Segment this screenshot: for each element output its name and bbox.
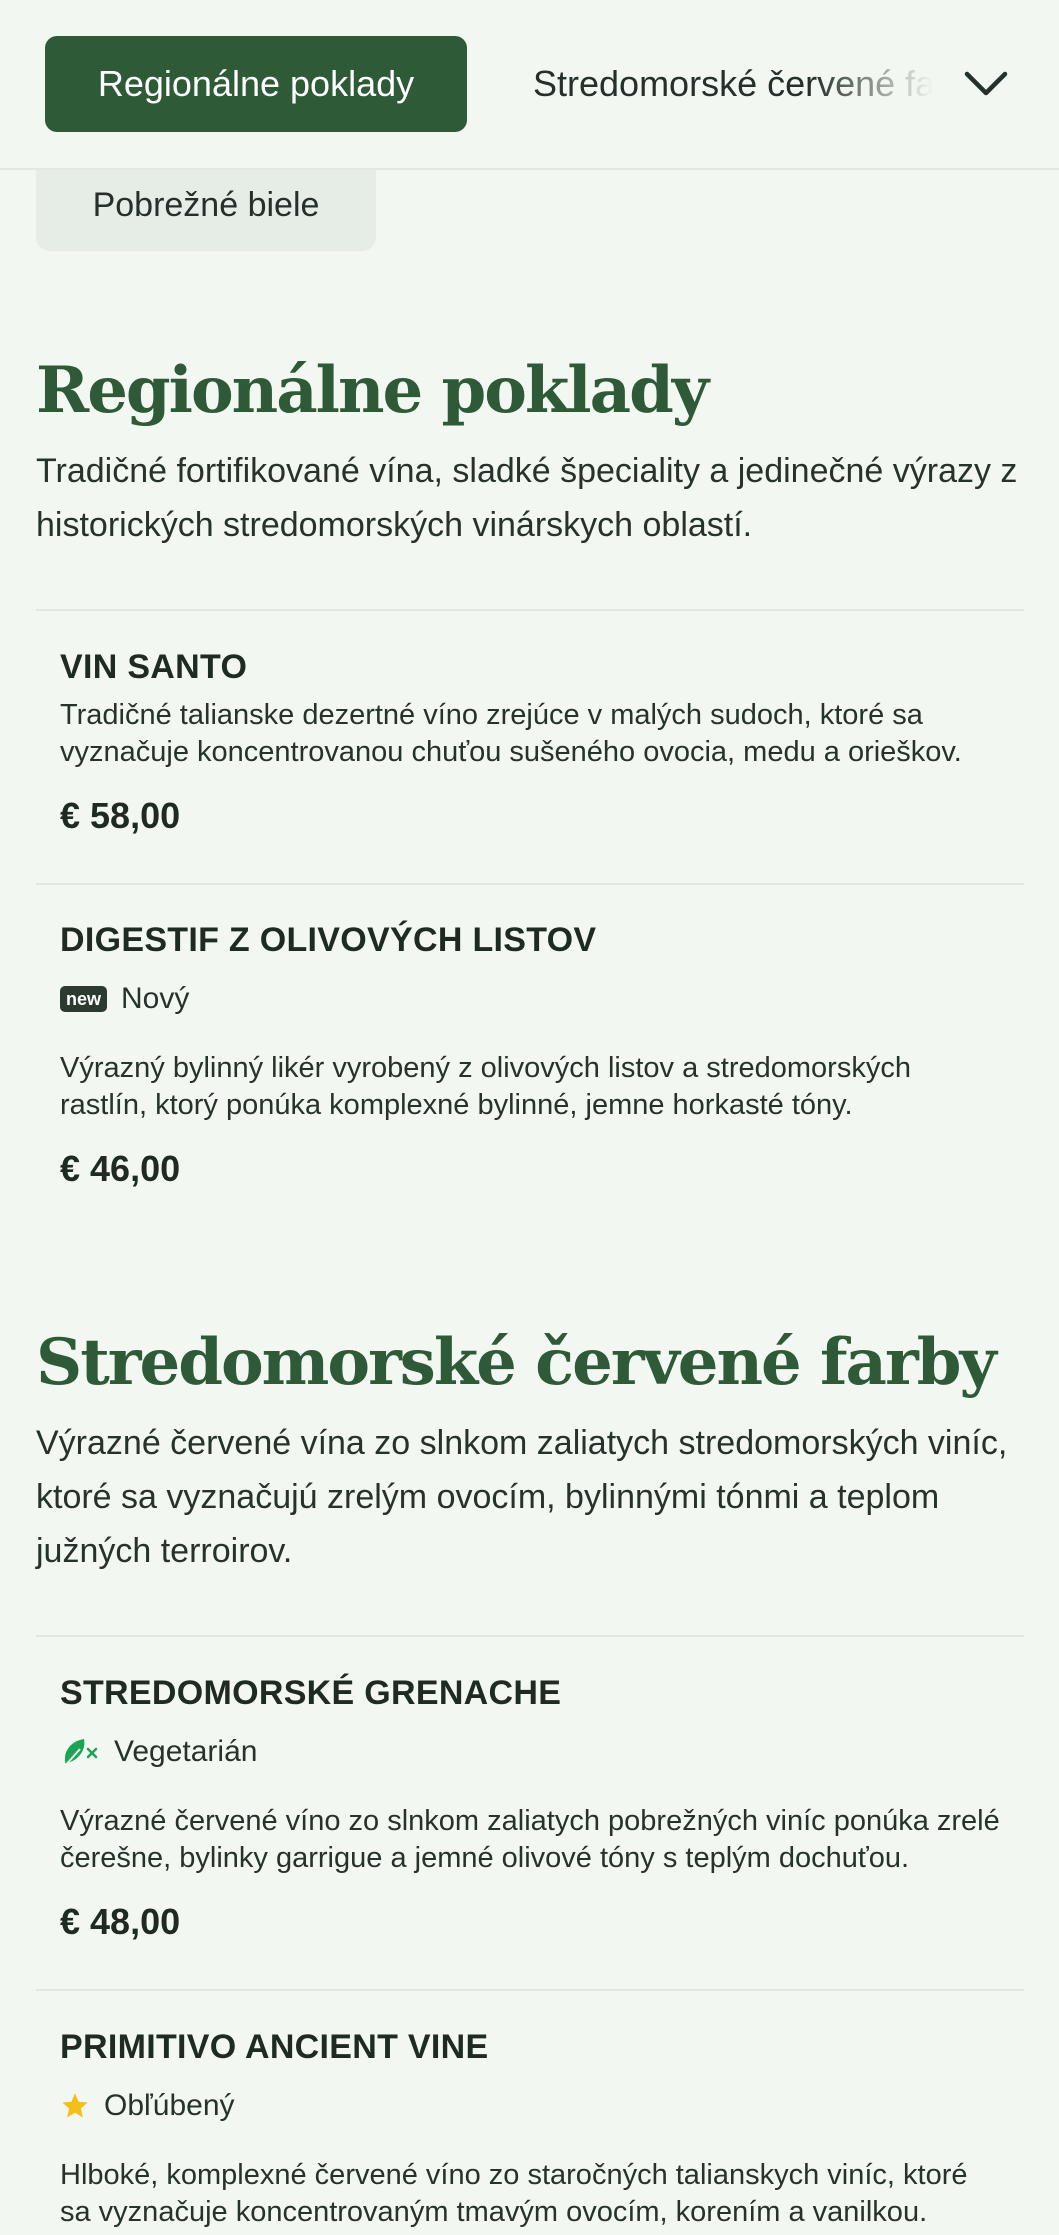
tab-stredomorske-cervene[interactable]: Stredomorské červené farby: [533, 36, 933, 132]
item-badge: new Nový: [60, 982, 1000, 1016]
divider: [36, 1989, 1024, 1991]
item-price: € 48,00: [60, 1901, 181, 1942]
tab-regionalne-poklady[interactable]: Regionálne poklady: [45, 36, 467, 132]
menu-item-vin-santo[interactable]: VIN SANTO Tradičné talianske dezertné ví…: [60, 648, 1000, 837]
divider: [36, 1635, 1024, 1637]
section-title: Stredomorské červené farby: [36, 1325, 997, 1400]
item-name: STREDOMORSKÉ GRENACHE: [60, 1674, 562, 1712]
section-title: Regionálne poklady: [36, 353, 709, 428]
menu-item-digestif-z-olivovych-listov[interactable]: DIGESTIF Z OLIVOVÝCH LISTOV new Nový Výr…: [60, 921, 1000, 1190]
item-name: DIGESTIF Z OLIVOVÝCH LISTOV: [60, 921, 597, 959]
item-price: € 46,00: [60, 1148, 181, 1189]
section-stredomorske-cervene-farby: Stredomorské červené farby Výrazné červe…: [36, 1325, 1024, 1578]
item-name: PRIMITIVO ANCIENT VINE: [60, 2028, 489, 2066]
item-badge: Obľúbený: [60, 2089, 1000, 2123]
item-price: € 58,00: [60, 795, 181, 836]
item-badge: Vegetarián: [60, 1735, 1000, 1769]
badge-label: Nový: [121, 982, 190, 1015]
item-description: Tradičné talianske dezertné víno zrejúce…: [60, 699, 962, 768]
star-icon: [60, 2091, 90, 2121]
category-nav: Regionálne poklady Stredomorské červené …: [0, 0, 1059, 170]
menu-item-stredomorske-grenache[interactable]: STREDOMORSKÉ GRENACHE Vegetarián Výrazné…: [60, 1674, 1000, 1943]
leaf-icon: [60, 1735, 100, 1769]
badge-label: Obľúbený: [104, 2089, 235, 2122]
new-badge: new: [60, 986, 108, 1012]
item-name: VIN SANTO: [60, 648, 248, 686]
divider: [36, 883, 1024, 885]
badge-label: Vegetarián: [114, 1735, 258, 1768]
item-description: Výrazné červené víno zo slnkom zaliatych…: [60, 1805, 1000, 1874]
divider: [36, 609, 1024, 611]
section-description: Výrazné červené vína zo slnkom zaliatych…: [36, 1424, 1008, 1571]
section-regionalne-poklady: Regionálne poklady Tradičné fortifikovan…: [36, 353, 1024, 552]
chevron-down-icon[interactable]: [958, 56, 1014, 112]
item-description: Hlboké, komplexné červené víno zo staroč…: [60, 2159, 968, 2228]
item-description: Výrazný bylinný likér vyrobený z olivový…: [60, 1052, 911, 1121]
section-description: Tradičné fortifikované vína, sladké špec…: [36, 452, 1018, 545]
menu-item-primitivo-ancient-vine[interactable]: PRIMITIVO ANCIENT VINE Obľúbený Hlboké, …: [60, 2028, 1000, 2231]
